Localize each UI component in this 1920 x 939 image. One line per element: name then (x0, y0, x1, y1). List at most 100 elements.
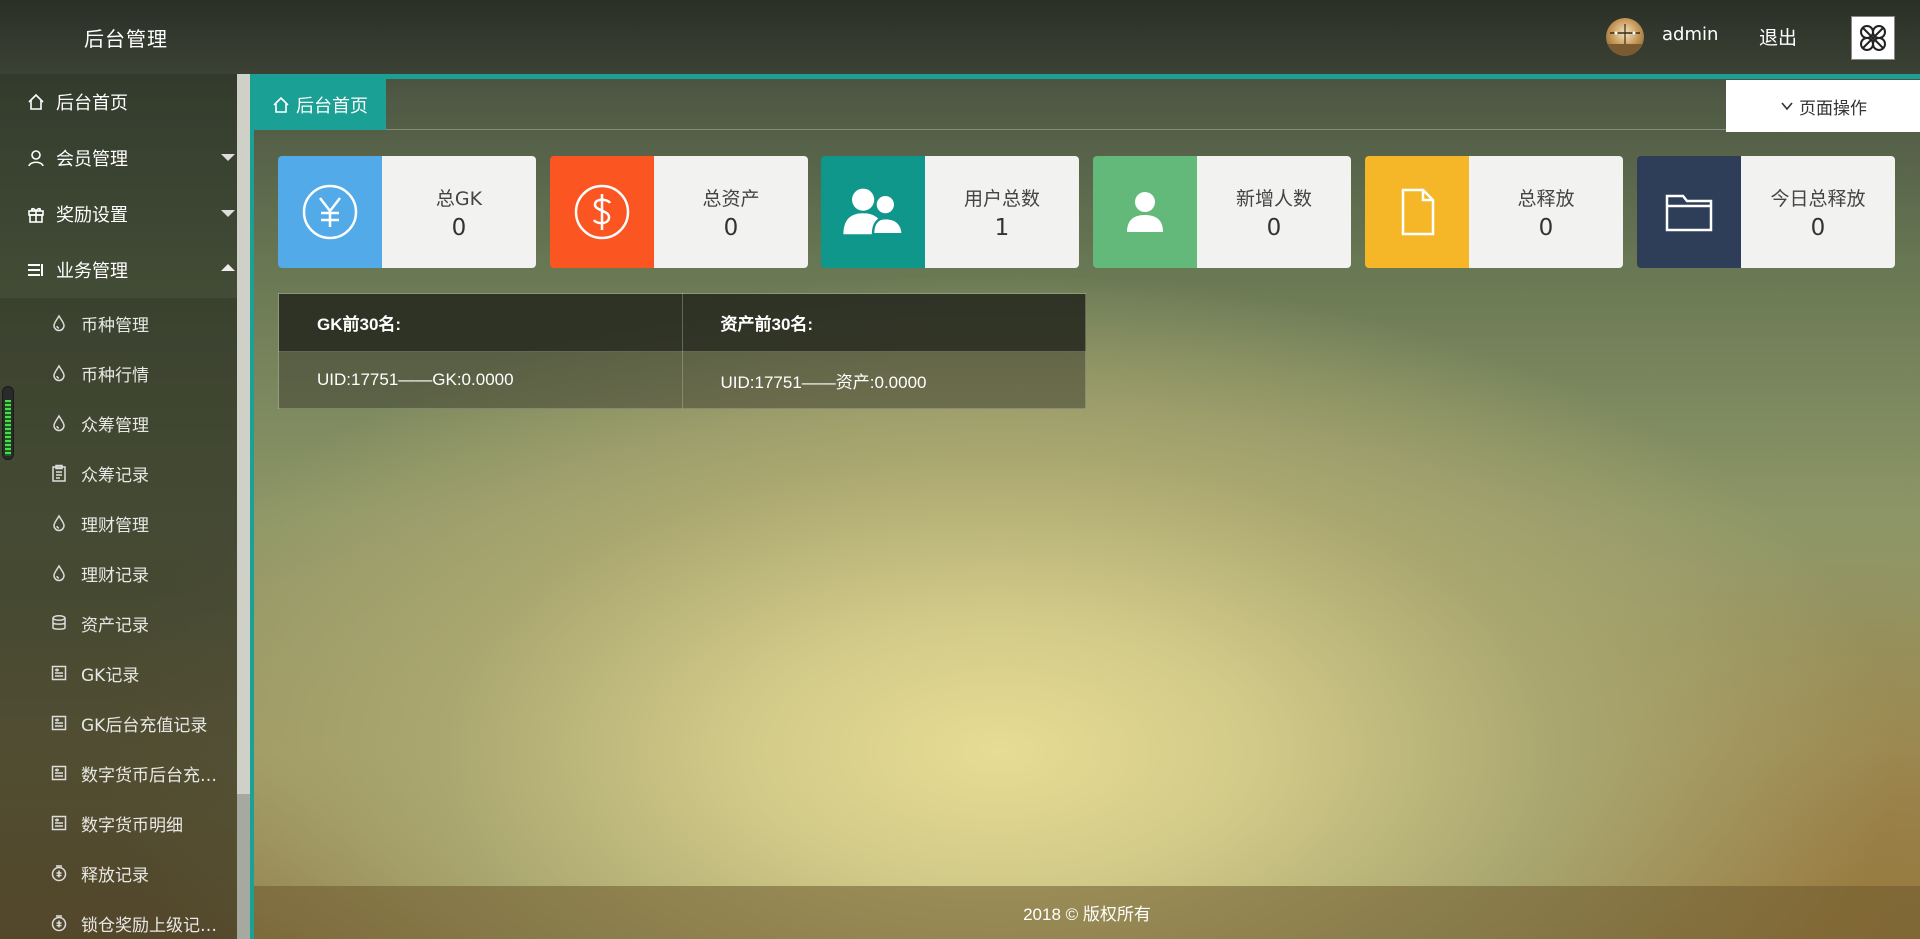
folder-icon (1637, 156, 1741, 268)
sidebar-item-business[interactable]: 业务管理 (0, 242, 237, 298)
sidebar-subitem[interactable]: 众筹记录 (0, 448, 237, 498)
sidebar-subitem-label: 数字货币明细 (81, 815, 183, 836)
stat-value: 0 (1266, 214, 1282, 241)
brand-title: 后台管理 (84, 27, 168, 51)
stat-value: 1 (994, 214, 1010, 241)
sidebar-subitem-label: 资产记录 (81, 615, 149, 636)
sidebar-subitem-label: 币种管理 (81, 315, 149, 336)
stat-title: 今日总释放 (1770, 187, 1866, 210)
stat-value: 0 (1810, 214, 1826, 241)
table-cell: UID:17751——GK:0.0000 (278, 351, 683, 409)
coin-icon (50, 914, 68, 932)
sidebar-subitem[interactable]: GK后台充值记录 (0, 698, 237, 748)
sidebar-scrollbar[interactable] (237, 74, 250, 939)
stat-title: 用户总数 (963, 187, 1040, 210)
sidebar-subitem[interactable]: 币种管理 (0, 298, 237, 348)
ledger-icon (50, 714, 68, 732)
sidebar-subitem-label: 数字货币后台充… (81, 765, 217, 786)
tab-label: 后台首页 (296, 95, 368, 117)
sidebar-subitem[interactable]: 众筹管理 (0, 398, 237, 448)
page-operations-button[interactable]: 页面操作 (1726, 80, 1920, 132)
stat-title: 总GK (435, 187, 483, 210)
drop-icon (50, 364, 68, 382)
sidebar-subitem[interactable]: 理财记录 (0, 548, 237, 598)
file-icon (1365, 156, 1469, 268)
ledger-icon (50, 764, 68, 782)
content-border (250, 79, 254, 939)
sidebar-item-members[interactable]: 会员管理 (0, 130, 237, 186)
chevron-down-icon (221, 210, 235, 217)
copyright-text: 2018 © 版权所有 (1023, 905, 1151, 924)
sidebar-subitem-label: 众筹记录 (81, 465, 149, 486)
tab-bar: 后台首页 (254, 79, 1920, 130)
home-icon (26, 92, 46, 112)
stat-value: 0 (723, 214, 739, 241)
chevron-down-icon (1779, 98, 1795, 114)
sidebar-item-label: 后台首页 (56, 93, 128, 114)
coin-icon (50, 864, 68, 882)
drop-icon (50, 564, 68, 582)
sidebar-subitem-label: 锁仓奖励上级记… (81, 915, 217, 936)
sidebar-subitem[interactable]: 锁仓奖励上级记… (0, 898, 237, 939)
home-icon (272, 96, 290, 114)
sidebar-subitem-label: 释放记录 (81, 865, 149, 886)
list-icon (26, 260, 46, 280)
stat-title: 新增人数 (1235, 187, 1312, 210)
chevron-up-icon (221, 264, 235, 271)
ledger-icon (50, 814, 68, 832)
stat-card-assets: 总资产 0 (550, 156, 808, 268)
user-add-icon (1093, 156, 1197, 268)
stat-value: 0 (1538, 214, 1554, 241)
ledger-icon (50, 664, 68, 682)
footer: 2018 © 版权所有 (254, 886, 1920, 939)
sidebar-subitem-label: 币种行情 (81, 365, 149, 386)
sidebar-subitem[interactable]: 币种行情 (0, 348, 237, 398)
sidebar-subitem-label: GK记录 (81, 665, 140, 686)
sidebar-subitem[interactable]: 释放记录 (0, 848, 237, 898)
sidebar-subitem-label: 理财记录 (81, 565, 149, 586)
drop-icon (50, 514, 68, 532)
sidebar-subitem-label: GK后台充值记录 (81, 715, 208, 736)
sidebar-item-rewards[interactable]: 奖励设置 (0, 186, 237, 242)
sidebar-subitem[interactable]: 数字货币明细 (0, 798, 237, 848)
database-icon (50, 614, 68, 632)
sidebar-subitem[interactable]: 资产记录 (0, 598, 237, 648)
page-operations-label: 页面操作 (1799, 98, 1867, 119)
stat-card-release: 总释放 0 (1365, 156, 1623, 268)
sidebar-item-label: 会员管理 (56, 149, 128, 170)
tab-home[interactable]: 后台首页 (254, 79, 386, 130)
stat-title: 总释放 (1517, 187, 1575, 210)
sidebar-subitem[interactable]: 理财管理 (0, 498, 237, 548)
stat-cards: 总GK 0 总资产 0 用户总数 1 新增人数 0 总释放 0 今日总释放 0 (278, 156, 1898, 268)
ranking-table: GK前30名: 资产前30名: UID:17751——GK:0.0000 UID… (278, 293, 1086, 409)
stat-card-gk: 总GK 0 (278, 156, 536, 268)
sidebar-subitem[interactable]: 数字货币后台充… (0, 748, 237, 798)
table-header-row: GK前30名: 资产前30名: (278, 293, 1086, 352)
stat-value: 0 (451, 214, 467, 241)
logo-icon[interactable] (1851, 16, 1895, 60)
drop-icon (50, 414, 68, 432)
stat-card-today-release: 今日总释放 0 (1637, 156, 1895, 268)
stat-card-new-users: 新增人数 0 (1093, 156, 1351, 268)
yen-icon (278, 156, 382, 268)
sidebar-item-home[interactable]: 后台首页 (0, 74, 237, 130)
top-header: 后台管理 admin 退出 (0, 0, 1920, 74)
gift-icon (26, 204, 46, 224)
drop-icon (50, 314, 68, 332)
stat-title: 总资产 (702, 187, 760, 210)
sidebar-subitem-label: 理财管理 (81, 515, 149, 536)
username[interactable]: admin (1662, 24, 1718, 45)
level-meter-icon (2, 386, 14, 460)
sidebar-subitem[interactable]: GK记录 (0, 648, 237, 698)
users-icon (821, 156, 925, 268)
logout-button[interactable]: 退出 (1759, 23, 1797, 50)
column-header: GK前30名: (278, 293, 683, 352)
sidebar-scrollbar-thumb[interactable] (237, 74, 250, 794)
chevron-down-icon (221, 154, 235, 161)
avatar[interactable] (1606, 18, 1644, 56)
table-cell: UID:17751——资产:0.0000 (681, 351, 1086, 409)
sidebar-item-label: 奖励设置 (56, 205, 128, 226)
column-header: 资产前30名: (681, 293, 1086, 352)
stat-card-users: 用户总数 1 (821, 156, 1079, 268)
sidebar-submenu: 币种管理 币种行情 众筹管理 众筹记录 理财管理 理财记录 资产记录 GK记录 (0, 298, 237, 939)
